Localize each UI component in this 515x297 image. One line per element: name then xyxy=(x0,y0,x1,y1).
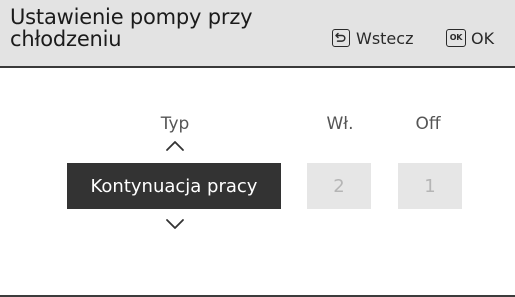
header-bar: Ustawienie pompy przy chłodzeniu Wstecz … xyxy=(0,0,515,68)
page-title-line2: chłodzeniu xyxy=(10,27,122,51)
back-button-label: Wstecz xyxy=(356,28,414,48)
pump-cooling-settings-screen: Ustawienie pompy przy chłodzeniu Wstecz … xyxy=(0,0,515,297)
typ-selector[interactable]: Kontynuacja pracy xyxy=(67,163,281,209)
off-value-field[interactable]: 1 xyxy=(398,163,462,209)
column-label-wl: Wł. xyxy=(326,114,354,134)
chevron-up-icon[interactable] xyxy=(165,140,185,152)
page-title-line1: Ustawienie pompy przy xyxy=(10,5,253,29)
ok-key-icon: OK xyxy=(446,29,466,47)
wl-value-field[interactable]: 2 xyxy=(307,163,371,209)
page-title: Ustawienie pompy przy chłodzeniu xyxy=(10,6,310,50)
column-label-typ: Typ xyxy=(160,114,190,134)
ok-button-label: OK xyxy=(471,28,495,48)
column-label-off: Off xyxy=(415,114,441,134)
off-value: 1 xyxy=(424,175,436,197)
typ-selector-value: Kontynuacja pracy xyxy=(90,175,258,197)
back-arrow-icon xyxy=(332,29,350,47)
chevron-down-icon[interactable] xyxy=(165,218,185,230)
back-button[interactable]: Wstecz xyxy=(332,27,413,49)
ok-button[interactable]: OK OK xyxy=(446,27,494,49)
wl-value: 2 xyxy=(333,175,345,197)
